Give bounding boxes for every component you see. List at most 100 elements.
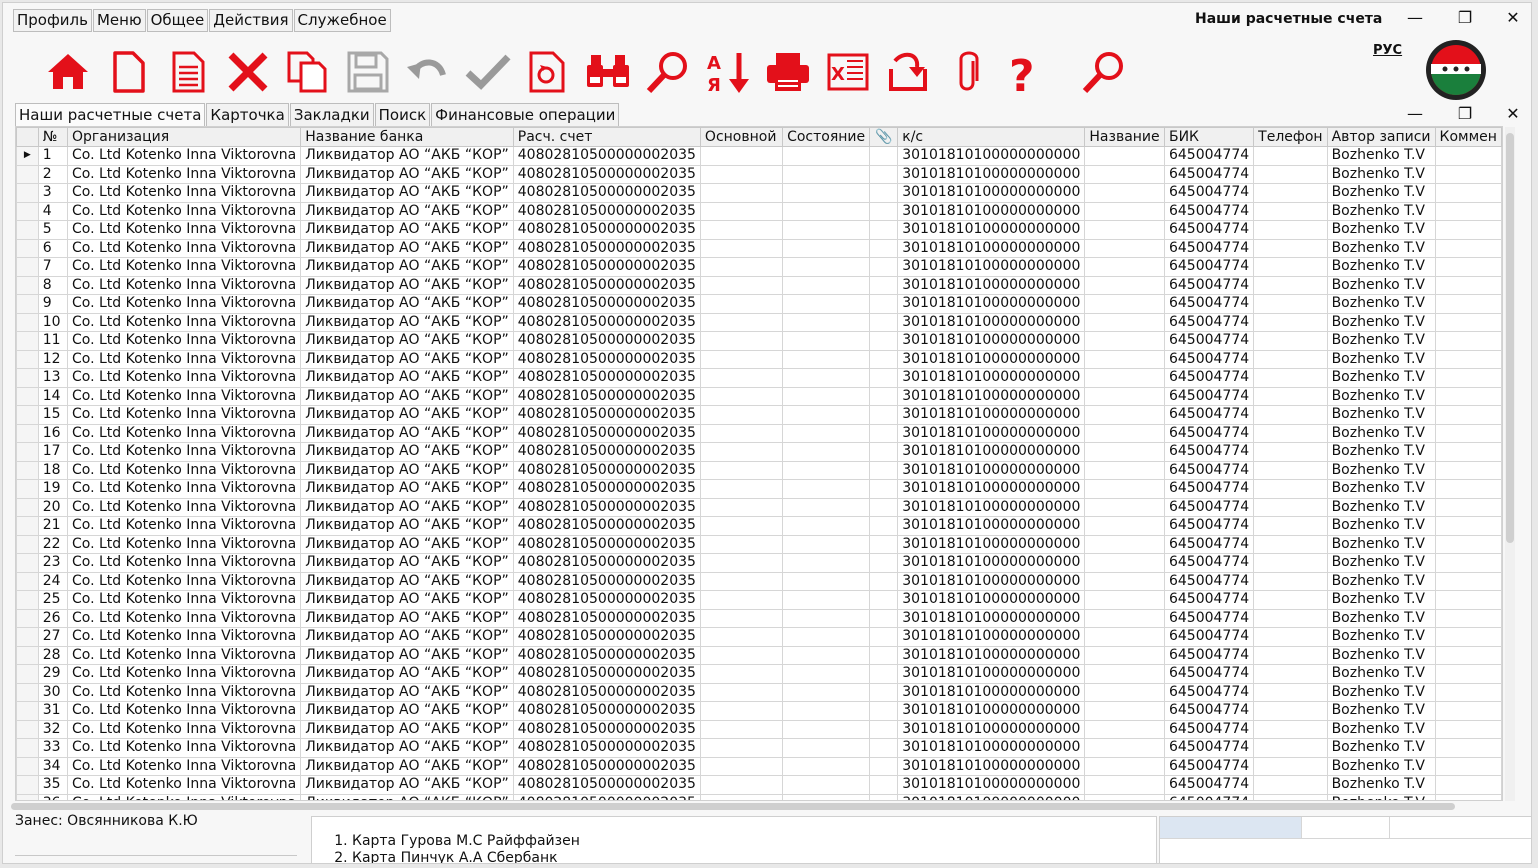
cell-main[interactable]	[699, 534, 784, 554]
cell-main[interactable]	[699, 423, 784, 443]
cell-organization[interactable]: Co. Ltd Kotenko Inna Viktorovna	[66, 701, 302, 721]
cell-correspondent-account[interactable]: 30101810100000000000	[897, 275, 1086, 295]
row-indicator[interactable]: ▶	[16, 146, 39, 166]
cell-comment[interactable]	[1434, 257, 1502, 277]
menu-item[interactable]: Меню	[92, 9, 146, 32]
table-row[interactable]: 2 Co. Ltd Kotenko Inna Viktorovna Ликвидат…	[16, 164, 1502, 184]
cell-bik[interactable]: 645004774	[1163, 719, 1255, 739]
cell-state[interactable]	[782, 664, 871, 684]
notes-panel[interactable]: Карта Гурова М.С РайффайзенКарта Пинчук …	[311, 816, 1157, 863]
cell-attachment[interactable]	[869, 719, 899, 739]
cell-organization[interactable]: Co. Ltd Kotenko Inna Viktorovna	[66, 719, 302, 739]
cell-account[interactable]: 40802810500000002035	[512, 220, 701, 240]
cell-correspondent-account[interactable]: 30101810100000000000	[897, 386, 1086, 406]
cell-comment[interactable]	[1434, 553, 1502, 573]
row-number[interactable]: 15	[37, 405, 68, 425]
cell-name[interactable]	[1084, 516, 1165, 536]
cell-correspondent-account[interactable]: 30101810100000000000	[897, 201, 1086, 221]
cell-organization[interactable]: Co. Ltd Kotenko Inna Viktorovna	[66, 146, 302, 166]
row-number[interactable]: 32	[37, 719, 68, 739]
row-indicator[interactable]	[16, 608, 39, 628]
row-indicator[interactable]	[16, 534, 39, 554]
cell-correspondent-account[interactable]: 30101810100000000000	[897, 146, 1086, 166]
cell-attachment[interactable]	[869, 146, 899, 166]
row-number[interactable]: 30	[37, 682, 68, 702]
cell-account[interactable]: 40802810500000002035	[512, 183, 701, 203]
cell-account[interactable]: 40802810500000002035	[512, 368, 701, 388]
table-row[interactable]: 4 Co. Ltd Kotenko Inna Viktorovna Ликвидат…	[16, 201, 1502, 221]
cell-phone[interactable]	[1253, 164, 1328, 184]
cell-name[interactable]	[1084, 183, 1165, 203]
cell-main[interactable]	[699, 386, 784, 406]
cell-organization[interactable]: Co. Ltd Kotenko Inna Viktorovna	[66, 682, 302, 702]
cell-main[interactable]	[699, 183, 784, 203]
cell-state[interactable]	[782, 497, 871, 517]
cell-name[interactable]	[1084, 553, 1165, 573]
cell-attachment[interactable]	[869, 793, 899, 800]
cell-phone[interactable]	[1253, 627, 1328, 647]
cell-account[interactable]: 40802810500000002035	[512, 719, 701, 739]
cell-organization[interactable]: Co. Ltd Kotenko Inna Viktorovna	[66, 627, 302, 647]
row-number[interactable]: 34	[37, 756, 68, 776]
cell-bank-name[interactable]: Ликвидатор АО “АКБ “КОР”	[300, 423, 514, 443]
cell-state[interactable]	[782, 442, 871, 462]
cell-name[interactable]	[1084, 534, 1165, 554]
cell-author[interactable]: Bozhenko T.V	[1326, 238, 1436, 258]
excel-icon[interactable]: X	[823, 47, 873, 97]
zoom-icon[interactable]	[1079, 47, 1129, 97]
cell-correspondent-account[interactable]: 30101810100000000000	[897, 164, 1086, 184]
cell-correspondent-account[interactable]: 30101810100000000000	[897, 442, 1086, 462]
cell-state[interactable]	[782, 682, 871, 702]
table-row[interactable]: 24 Co. Ltd Kotenko Inna Viktorovna Ликвида…	[16, 571, 1502, 591]
cell-comment[interactable]	[1434, 701, 1502, 721]
cell-bank-name[interactable]: Ликвидатор АО “АКБ “КОР”	[300, 183, 514, 203]
minimize-button[interactable]: —	[1401, 7, 1429, 29]
cell-attachment[interactable]	[869, 738, 899, 758]
cell-state[interactable]	[782, 294, 871, 314]
cell-state[interactable]	[782, 516, 871, 536]
table-row[interactable]: 34 Co. Ltd Kotenko Inna Viktorovna Ликвида…	[16, 756, 1502, 776]
row-indicator[interactable]	[16, 294, 39, 314]
row-indicator[interactable]	[16, 516, 39, 536]
row-indicator[interactable]	[16, 257, 39, 277]
cell-main[interactable]	[699, 257, 784, 277]
cell-comment[interactable]	[1434, 479, 1502, 499]
table-row[interactable]: 9 Co. Ltd Kotenko Inna Viktorovna Ликвидат…	[16, 294, 1502, 314]
cell-organization[interactable]: Co. Ltd Kotenko Inna Viktorovna	[66, 664, 302, 684]
cell-account[interactable]: 40802810500000002035	[512, 349, 701, 369]
cell-account[interactable]: 40802810500000002035	[512, 608, 701, 628]
cell-organization[interactable]: Co. Ltd Kotenko Inna Viktorovna	[66, 238, 302, 258]
cell-attachment[interactable]	[869, 590, 899, 610]
row-indicator[interactable]	[16, 220, 39, 240]
cell-state[interactable]	[782, 423, 871, 443]
column-header[interactable]: к/с	[897, 127, 1086, 147]
cell-organization[interactable]: Co. Ltd Kotenko Inna Viktorovna	[66, 756, 302, 776]
cell-bik[interactable]: 645004774	[1163, 405, 1255, 425]
cell-bik[interactable]: 645004774	[1163, 793, 1255, 800]
status-cell-selected[interactable]	[1160, 817, 1302, 839]
cell-phone[interactable]	[1253, 664, 1328, 684]
cell-bank-name[interactable]: Ликвидатор АО “АКБ “КОР”	[300, 608, 514, 628]
cell-bik[interactable]: 645004774	[1163, 460, 1255, 480]
cell-author[interactable]: Bozhenko T.V	[1326, 460, 1436, 480]
cell-comment[interactable]	[1434, 183, 1502, 203]
cell-bik[interactable]: 645004774	[1163, 701, 1255, 721]
cell-author[interactable]: Bozhenko T.V	[1326, 220, 1436, 240]
search-icon[interactable]	[643, 47, 693, 97]
cell-bik[interactable]: 645004774	[1163, 312, 1255, 332]
table-row[interactable]: 26 Co. Ltd Kotenko Inna Viktorovna Ликвида…	[16, 608, 1502, 628]
row-number[interactable]: 10	[37, 312, 68, 332]
binoculars-icon[interactable]	[583, 47, 633, 97]
cell-attachment[interactable]	[869, 312, 899, 332]
tab-3[interactable]: Закладки	[289, 103, 374, 127]
cell-attachment[interactable]	[869, 442, 899, 462]
cell-account[interactable]: 40802810500000002035	[512, 423, 701, 443]
cell-account[interactable]: 40802810500000002035	[512, 294, 701, 314]
cell-comment[interactable]	[1434, 571, 1502, 591]
table-row[interactable]: 21 Co. Ltd Kotenko Inna Viktorovna Ликвида…	[16, 516, 1502, 536]
cell-bik[interactable]: 645004774	[1163, 479, 1255, 499]
column-header[interactable]: 📎	[869, 127, 899, 147]
cell-bik[interactable]: 645004774	[1163, 756, 1255, 776]
cell-state[interactable]	[782, 590, 871, 610]
cell-attachment[interactable]	[869, 645, 899, 665]
